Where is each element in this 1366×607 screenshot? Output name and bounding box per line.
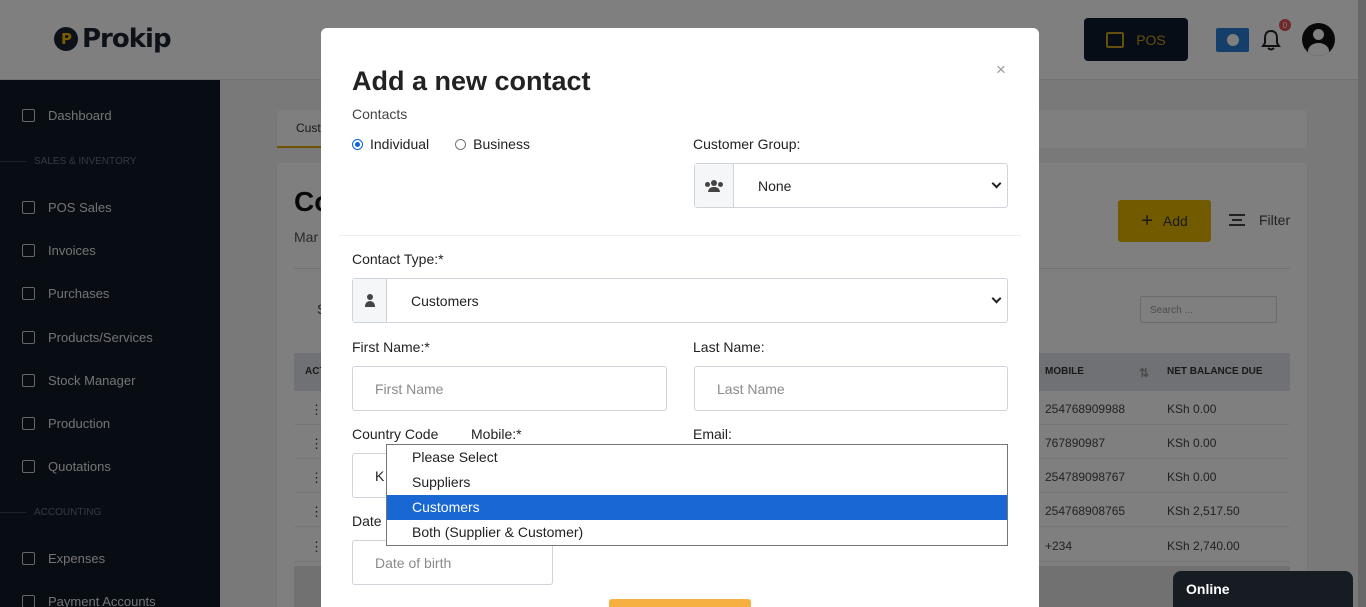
- modal-subtitle: Contacts: [352, 106, 408, 122]
- business-radio-label[interactable]: Business: [473, 136, 530, 152]
- chevron-down-icon: [991, 178, 1002, 189]
- close-icon[interactable]: ×: [996, 60, 1006, 80]
- customer-group-label: Customer Group:: [693, 136, 801, 152]
- dropdown-option-both[interactable]: Both (Supplier & Customer): [387, 520, 1007, 545]
- modal-title: Add a new contact: [352, 66, 591, 96]
- chat-status-widget[interactable]: Online: [1173, 571, 1353, 607]
- last-name-label: Last Name:: [693, 339, 765, 355]
- contact-kind-radios: Individual Business: [352, 136, 530, 152]
- customer-group-value: None: [758, 178, 792, 194]
- date-of-birth-input[interactable]: Date of birth: [352, 540, 553, 585]
- dropdown-option-please-select[interactable]: Please Select: [387, 445, 1007, 470]
- last-name-input[interactable]: Last Name: [694, 366, 1008, 411]
- date-of-birth-label: Date: [352, 513, 382, 529]
- individual-radio-label[interactable]: Individual: [370, 136, 429, 152]
- individual-radio[interactable]: [352, 138, 363, 150]
- contact-type-value: Customers: [411, 293, 479, 309]
- country-code-label: Country Code: [352, 426, 439, 442]
- customer-group-select[interactable]: None: [694, 163, 1008, 208]
- user-icon: [364, 294, 376, 307]
- contact-type-select[interactable]: Customers: [352, 278, 1008, 323]
- first-name-label: First Name:*: [352, 339, 430, 355]
- chevron-down-icon: [991, 293, 1002, 304]
- dropdown-option-suppliers[interactable]: Suppliers: [387, 470, 1007, 495]
- contact-type-dropdown: Please Select Suppliers Customers Both (…: [386, 444, 1008, 546]
- email-label: Email:: [693, 426, 732, 442]
- dropdown-option-customers[interactable]: Customers: [387, 495, 1007, 520]
- contact-type-label: Contact Type:*: [352, 251, 444, 267]
- mobile-label: Mobile:*: [471, 426, 522, 442]
- contact-type-addon: [353, 279, 387, 322]
- users-icon: [705, 179, 723, 192]
- save-button[interactable]: [609, 599, 751, 607]
- business-radio[interactable]: [455, 138, 467, 150]
- section-divider: [339, 235, 1021, 236]
- first-name-input[interactable]: First Name: [352, 366, 667, 411]
- customer-group-addon: [695, 164, 734, 207]
